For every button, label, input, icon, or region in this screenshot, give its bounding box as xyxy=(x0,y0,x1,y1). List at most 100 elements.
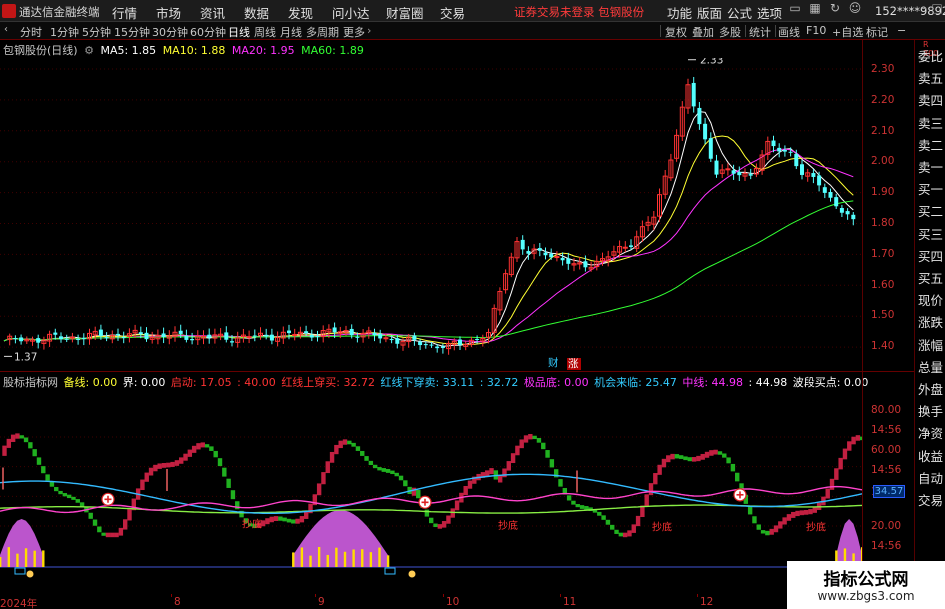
action-mark[interactable]: 标记 xyxy=(866,24,888,40)
action-add-watchlist[interactable]: +自选 xyxy=(832,24,863,40)
quote-field-16[interactable]: 换手 xyxy=(918,401,943,420)
candle-down xyxy=(782,149,787,152)
menu-item-ask[interactable]: 问小达 xyxy=(332,3,370,22)
period-tab-5min[interactable]: 5分钟 xyxy=(82,24,111,40)
quote-field-11[interactable]: 现价 xyxy=(918,290,943,309)
candle-down xyxy=(440,346,445,349)
menu-item-markets[interactable]: 市场 xyxy=(156,3,181,22)
menu-item-trade[interactable]: 交易 xyxy=(440,3,465,22)
minimize-icon[interactable]: – xyxy=(917,1,931,19)
quote-field-10[interactable]: 买五 xyxy=(918,268,943,287)
user-icon[interactable]: ☺ xyxy=(848,1,862,19)
menu-item-market[interactable]: 行情 xyxy=(112,3,137,22)
bottom-signal-label: 抄底 xyxy=(652,520,672,533)
indicator-axis-label: 14:56 xyxy=(871,424,902,436)
quote-field-12[interactable]: 涨跌 xyxy=(918,312,943,331)
quote-field-7[interactable]: 买二 xyxy=(918,201,943,220)
quote-field-13[interactable]: 涨幅 xyxy=(918,335,943,354)
oscillator-band xyxy=(222,467,227,477)
pane-divider[interactable] xyxy=(0,371,914,372)
quote-field-9[interactable]: 买四 xyxy=(918,246,943,265)
oscillator-band xyxy=(683,456,688,461)
menu-item-formula[interactable]: 公式 xyxy=(727,3,752,22)
period-tab-monthly[interactable]: 月线 xyxy=(280,24,302,40)
action-overlay[interactable]: 叠加 xyxy=(692,24,714,40)
quote-field-15[interactable]: 外盘 xyxy=(918,379,943,398)
action-draw[interactable]: 画线 xyxy=(778,24,800,40)
period-tab-30min[interactable]: 30分钟 xyxy=(152,24,188,40)
time-tick xyxy=(560,594,561,597)
quote-field-14[interactable]: 总量 xyxy=(918,357,943,376)
trade-login-notice[interactable]: 证券交易未登录 包钢股份 xyxy=(514,4,644,20)
action-adjust[interactable]: 复权 xyxy=(665,24,687,40)
quote-field-20[interactable]: 交易 xyxy=(918,490,943,509)
candle-down xyxy=(777,147,782,152)
menu-item-options[interactable]: 选项 xyxy=(757,3,782,22)
quote-field-0[interactable]: 委比 xyxy=(918,46,943,65)
candle-down xyxy=(190,339,195,341)
yellow-bar xyxy=(386,555,390,567)
oscillator-band xyxy=(571,500,576,505)
quote-field-4[interactable]: 卖二 xyxy=(918,135,943,154)
price-axis-label: 2.10 xyxy=(871,124,895,137)
oscillator-band xyxy=(416,489,421,499)
candle-down xyxy=(121,337,126,338)
kline-chart[interactable]: 2.33 1.37 财涨 xyxy=(0,58,862,370)
menu-item-function[interactable]: 功能 xyxy=(667,3,692,22)
quote-field-19[interactable]: 自动 xyxy=(918,468,943,487)
candle-down xyxy=(207,334,212,338)
oscillator-band xyxy=(735,472,740,482)
menu-item-wealth[interactable]: 财富圈 xyxy=(386,3,424,22)
yellow-bar xyxy=(24,548,28,567)
indicator-chart[interactable]: 抄底 抄底 抄底 抄底 xyxy=(0,390,862,596)
period-tab-multi[interactable]: 多周期 xyxy=(306,24,339,40)
stock-label[interactable]: 包钢股份(日线) xyxy=(3,44,78,57)
menu-item-data[interactable]: 数据 xyxy=(244,3,269,22)
oscillator-band xyxy=(549,459,555,468)
expand-icon[interactable]: ‹ xyxy=(4,24,8,35)
action-f10[interactable]: F10 xyxy=(806,24,826,37)
candle-down xyxy=(19,337,24,342)
indicator-name[interactable]: 股标指标网 xyxy=(3,376,58,389)
quote-field-8[interactable]: 买三 xyxy=(918,224,943,243)
quote-field-2[interactable]: 卖四 xyxy=(918,90,943,109)
quote-field-17[interactable]: 净资 xyxy=(918,423,943,442)
quote-field-3[interactable]: 卖三 xyxy=(918,113,943,132)
period-tab-more[interactable]: 更多 xyxy=(343,24,365,40)
quote-field-5[interactable]: 卖一 xyxy=(918,157,943,176)
menu-item-layout[interactable]: 版面 xyxy=(697,3,722,22)
menu-item-discover[interactable]: 发现 xyxy=(288,3,313,22)
window-icon[interactable]: ▭ xyxy=(788,1,802,19)
oscillator-band xyxy=(631,524,636,533)
maximize-icon[interactable]: □ xyxy=(930,1,944,19)
period-tab-intraday[interactable]: 分时 xyxy=(20,24,42,40)
period-tab-1min[interactable]: 1分钟 xyxy=(50,24,79,40)
grid-icon[interactable]: ▦ xyxy=(808,1,822,19)
candle-down xyxy=(395,338,400,344)
candle-down xyxy=(475,338,480,340)
indicator-item: 红线下穿卖: 33.11 xyxy=(380,376,475,389)
action-stats[interactable]: 统计 xyxy=(749,24,771,40)
quote-field-18[interactable]: 收益 xyxy=(918,446,943,465)
app-logo-icon xyxy=(2,4,16,18)
quote-field-6[interactable]: 买一 xyxy=(918,179,943,198)
more-arrow-icon[interactable]: › xyxy=(367,24,371,37)
quote-field-1[interactable]: 卖五 xyxy=(918,68,943,87)
oscillator-band xyxy=(295,518,300,524)
settings-icon[interactable]: ⚙ xyxy=(84,44,94,57)
app-title: 通达信金融终端 xyxy=(19,5,100,19)
oscillator-band xyxy=(713,449,718,455)
oscillator-band xyxy=(441,521,447,528)
hand-pointer-icon xyxy=(408,570,416,578)
period-tab-60min[interactable]: 60分钟 xyxy=(190,24,226,40)
action-minus[interactable]: − xyxy=(897,24,906,37)
refresh-icon[interactable]: ↻ xyxy=(828,1,842,19)
period-tab-weekly[interactable]: 周线 xyxy=(254,24,276,40)
oscillator-band xyxy=(157,463,162,469)
menu-item-news[interactable]: 资讯 xyxy=(200,3,225,22)
action-multi-stock[interactable]: 多股 xyxy=(719,24,741,40)
candle-down xyxy=(59,336,63,340)
period-tab-15min[interactable]: 15分钟 xyxy=(114,24,150,40)
oscillator-band xyxy=(329,451,335,463)
period-tab-daily[interactable]: 日线 xyxy=(228,24,250,40)
